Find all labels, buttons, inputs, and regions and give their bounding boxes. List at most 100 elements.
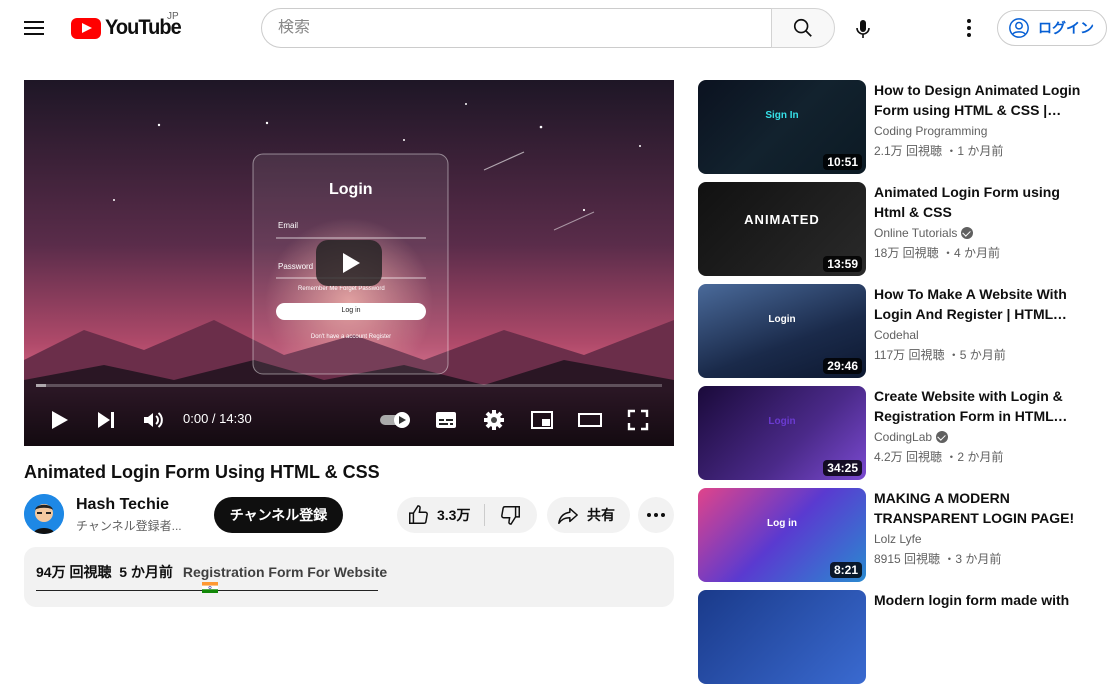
player-controls: 0:00 / 14:30 [24,384,674,446]
duration-badge: 8:21 [829,562,862,578]
subscribe-button[interactable]: チャンネル登録 [214,497,343,533]
top-bar: YouTube JP ログイン [0,0,1109,56]
channel-name: Codehal [874,328,919,342]
recommendation-channel[interactable]: Coding Programming [874,124,987,138]
recommendation-meta: 2.1万 回視聴 ・1 か月前 [874,144,1004,158]
autoplay-toggle-icon[interactable] [378,408,414,432]
recommendation-channel[interactable]: Online Tutorials [874,226,974,240]
recommendation-title[interactable]: Animated Login Form using Html & CSS [874,182,1084,222]
overlay-register: Don't have a account Register [310,334,392,340]
search-bar [261,8,835,48]
video-player[interactable]: Login Email Password Remember Me Forget … [24,80,674,446]
region-label: JP [167,11,179,22]
like-button[interactable]: 3.3万 [397,504,485,526]
recommendation-meta: 4.2万 回視聴 ・2 か月前 [874,450,1004,464]
play-icon[interactable] [47,408,71,432]
verified-check-icon [961,227,974,239]
youtube-play-icon [71,17,101,39]
buffer-bar [36,384,46,387]
recommendation-item[interactable]: Sign In 10:51 How to Design Animated Login… [698,80,1098,174]
subtitles-icon[interactable] [434,408,458,432]
theater-mode-icon[interactable] [578,408,602,432]
settings-gear-icon[interactable] [482,408,506,432]
recommendation-item[interactable]: Modern login form made with [698,590,1098,684]
recommendation-channel[interactable]: Codehal [874,328,919,342]
microphone-icon[interactable] [851,17,875,41]
recommendation-item[interactable]: Log in 8:21 MAKING A MODERN TRANSPARENT LO… [698,488,1098,582]
description-head: Registration Form For Website [182,564,388,580]
login-label: ログイン [1038,20,1094,36]
duration-badge: 10:51 [823,154,862,170]
recommendation-title[interactable]: Create Website with Login & Registration… [874,386,1084,426]
more-actions-button[interactable] [638,497,674,533]
thumbnail-text: Login [768,416,796,427]
recommendation-thumbnail[interactable]: Log in 8:21 [698,488,866,582]
upload-age: 5 か月前 [119,564,173,580]
search-icon [793,18,812,37]
recommendation-thumbnail[interactable] [698,590,866,684]
thumbnail-text: Sign In [765,110,799,121]
india-flag-icon [202,582,218,593]
recommendation-item[interactable]: ANIMATED 13:59 Animated Login Form using H… [698,182,1098,276]
share-button[interactable]: 共有 [547,497,630,533]
channel-name: Online Tutorials [874,226,958,240]
recommendation-thumbnail[interactable]: ANIMATED 13:59 [698,182,866,276]
overlay-email-label: Email [278,221,299,230]
settings-kebab-icon[interactable] [959,16,979,40]
verified-check-icon [936,431,949,443]
overlay-password-label: Password [278,262,314,271]
search-box[interactable] [261,8,771,48]
recommendation-item[interactable]: Login 34:25 Create Website with Login & Re… [698,386,1098,480]
recommendation-title[interactable]: MAKING A MODERN TRANSPARENT LOGIN PAGE! [874,488,1084,528]
description-meta: 94万 回視聴 5 か月前 Registration Form For Webs… [36,562,662,582]
description-box[interactable]: 94万 回視聴 5 か月前 Registration Form For Webs… [24,547,674,607]
login-button[interactable]: ログイン [997,10,1107,46]
thumbs-down-icon [501,506,520,525]
recommendation-channel[interactable]: CodingLab [874,430,949,444]
recommendation-meta: 8915 回視聴 ・3 か月前 [874,552,1002,566]
recommendation-meta: 18万 回視聴 ・4 か月前 [874,246,1001,260]
menu-icon[interactable] [22,18,46,38]
recommendation-thumbnail[interactable]: Sign In 10:51 [698,80,866,174]
recommendation-title[interactable]: Modern login form made with [874,590,1084,610]
channel-name[interactable]: Hash Techie [76,496,169,514]
overlay-login-button: Log in [341,307,361,314]
like-dislike-bar: 3.3万 [397,497,537,533]
duration-badge: 29:46 [823,358,862,374]
miniplayer-icon[interactable] [530,408,554,432]
thumbs-up-icon [409,505,428,524]
view-count: 94万 回視聴 [36,564,112,580]
avatar-face-icon [24,494,64,534]
channel-name: CodingLab [874,430,933,444]
big-play-button[interactable] [316,240,382,286]
channel-name: Coding Programming [874,124,988,138]
progress-bar[interactable] [36,384,662,387]
account-icon [1009,18,1029,38]
next-icon[interactable] [94,408,118,432]
recommendation-thumbnail[interactable]: Login 34:25 [698,386,866,480]
time-display: 0:00 / 14:30 [183,411,252,426]
recommendation-thumbnail[interactable]: Login 29:46 [698,284,866,378]
thumbnail-text: ANIMATED [744,212,820,227]
youtube-logo[interactable]: YouTube JP [71,11,183,40]
dislike-button[interactable] [485,504,537,526]
volume-icon[interactable] [141,408,165,432]
overlay-login-title: Login [329,181,373,198]
channel-avatar[interactable] [24,494,64,534]
overlay-remember: Remember Me Forget Password [298,286,385,292]
fullscreen-icon[interactable] [626,408,650,432]
search-input[interactable] [278,19,771,37]
like-count: 3.3万 [437,507,471,523]
channel-name: Lolz Lyfe [874,532,922,546]
share-label: 共有 [587,507,615,523]
recommendation-title[interactable]: How To Make A Website With Login And Reg… [874,284,1084,324]
duration-badge: 13:59 [823,256,862,272]
recommendation-channel[interactable]: Lolz Lyfe [874,532,922,546]
recommendation-item[interactable]: Login 29:46 How To Make A Website With Log… [698,284,1098,378]
share-arrow-icon [558,507,578,524]
video-title: Animated Login Form Using HTML & CSS [24,462,380,482]
duration-badge: 34:25 [823,460,862,476]
search-button[interactable] [771,8,835,48]
recommendation-title[interactable]: How to Design Animated Login Form using … [874,80,1084,120]
subscriber-count: チャンネル登録者... [76,519,182,533]
